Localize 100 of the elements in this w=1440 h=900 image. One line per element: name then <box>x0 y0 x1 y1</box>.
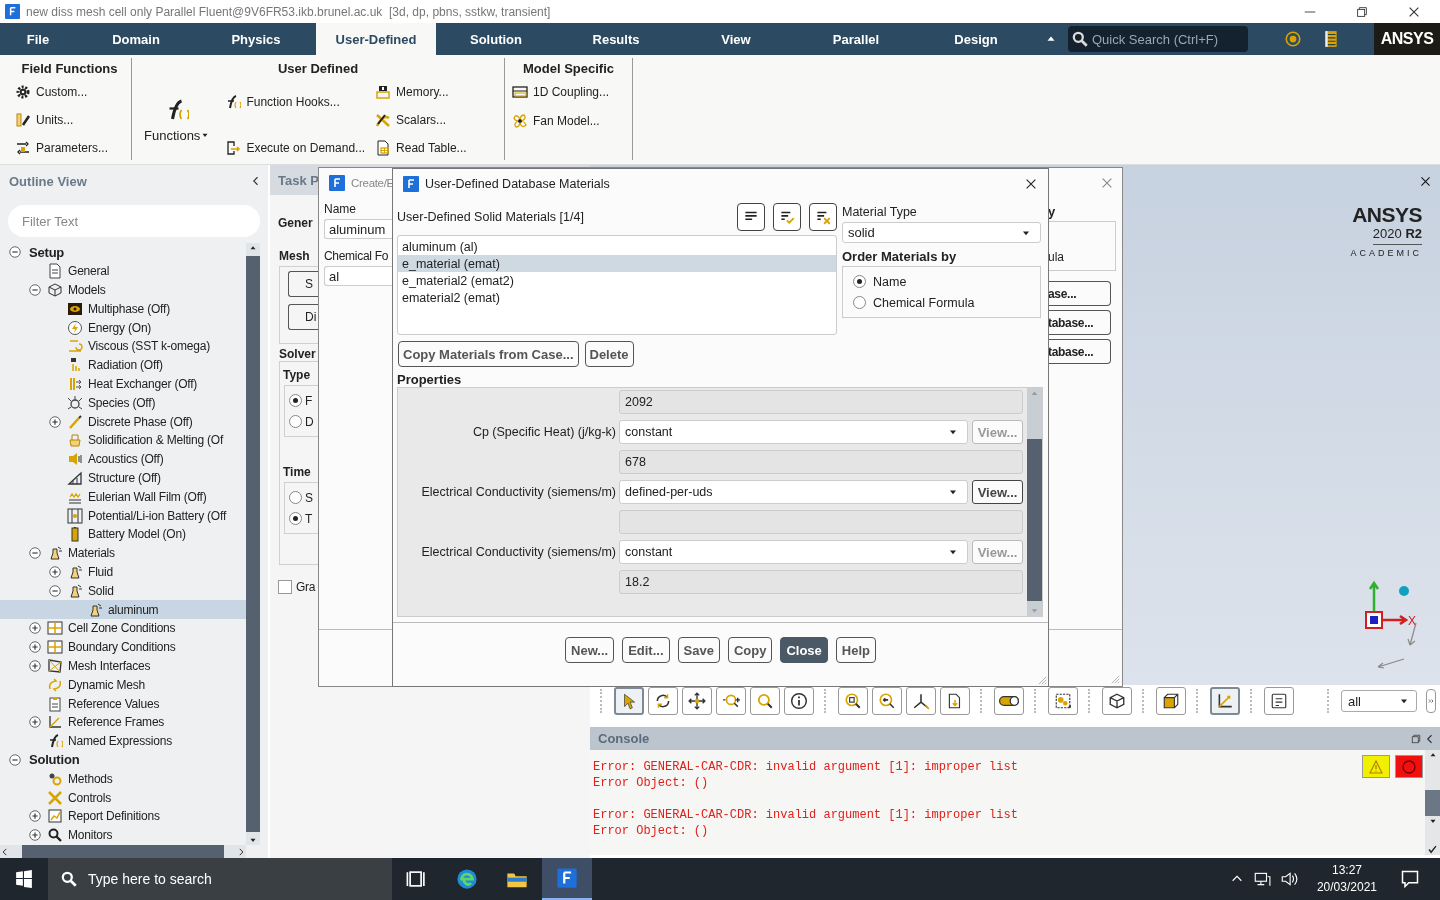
restore-icon[interactable] <box>1355 4 1369 19</box>
expand-icon[interactable] <box>28 809 42 824</box>
expand-icon[interactable] <box>48 564 62 579</box>
tree-item[interactable]: Named Expressions <box>66 731 174 751</box>
collapse-icon[interactable] <box>8 245 22 260</box>
view-dropdown[interactable]: all <box>1341 690 1417 712</box>
radio-button[interactable] <box>853 296 866 309</box>
dialog-button[interactable]: Copy Materials from Case... <box>398 341 579 367</box>
tree-item[interactable]: Solution <box>27 750 82 770</box>
toolbar-button[interactable] <box>784 687 814 715</box>
toolbar-button[interactable] <box>1210 687 1240 715</box>
tree-item[interactable]: Viscous (SST k-omega) <box>86 337 213 356</box>
expand-icon[interactable] <box>28 828 42 843</box>
tree-item[interactable]: Structure (Off) <box>86 468 163 488</box>
scrollbar-thumb[interactable] <box>22 845 224 858</box>
scroll-right-icon[interactable] <box>236 846 246 857</box>
tree-item[interactable]: Acoustics (Off) <box>86 449 166 469</box>
volume-icon[interactable] <box>1279 870 1298 888</box>
tree-item[interactable]: Eulerian Wall Film (Off) <box>86 487 209 507</box>
list-item[interactable]: e_material (emat) <box>398 255 836 272</box>
toolbar-button[interactable] <box>682 687 712 715</box>
tree-item[interactable]: Potential/Li-ion Battery (Off <box>86 506 229 525</box>
network-icon[interactable] <box>1252 870 1271 888</box>
tree-item[interactable]: Species (Off) <box>86 393 158 413</box>
radio-button[interactable] <box>289 415 302 428</box>
ribbon-button[interactable]: Memory... <box>372 82 470 102</box>
radio-button[interactable] <box>289 512 302 525</box>
toolbar-button[interactable] <box>648 687 678 715</box>
value-field[interactable]: 18.2 <box>619 570 1023 594</box>
ribbon-button[interactable]: Custom... <box>12 82 112 102</box>
ribbon-tab[interactable]: Domain <box>76 23 196 55</box>
list-tool-button[interactable] <box>737 203 765 231</box>
radio-button[interactable] <box>289 394 302 407</box>
toolbar-button[interactable] <box>940 687 970 715</box>
dialog-button[interactable]: Help <box>835 637 876 663</box>
ribbon-tab[interactable]: View <box>676 23 796 55</box>
collapse-icon[interactable] <box>28 283 42 297</box>
formula-field[interactable]: al <box>324 266 393 286</box>
expand-icon[interactable] <box>28 640 42 655</box>
tree-item[interactable]: Boundary Conditions <box>66 637 178 657</box>
list-item[interactable]: e_material2 (emat2) <box>398 272 836 289</box>
check-icon[interactable] <box>1427 844 1438 855</box>
materials-list[interactable]: aluminum (al) e_material (emat) e_material2 (emat2) ematerial2 (emat) <box>397 235 837 335</box>
ribbon-button[interactable]: Scalars... <box>372 110 470 130</box>
list-tool-button[interactable] <box>773 203 801 231</box>
collapse-icon[interactable] <box>8 752 22 767</box>
tree-item[interactable]: Solidification & Melting (Of <box>86 430 226 450</box>
tree-item[interactable]: Cell Zone Conditions <box>66 618 178 638</box>
expand-icon[interactable] <box>28 715 42 730</box>
toolbar-button[interactable] <box>994 687 1024 715</box>
filter-field[interactable]: Filter Text <box>8 205 260 237</box>
notification-icon[interactable] <box>1400 869 1420 889</box>
close-icon[interactable] <box>1419 175 1432 188</box>
ribbon-button[interactable]: Functions <box>136 82 219 158</box>
tree-item[interactable]: Multiphase (Off) <box>86 299 172 319</box>
ribbon-tab[interactable]: File <box>0 23 76 55</box>
value-field[interactable] <box>619 510 1023 534</box>
ribbon-tab[interactable]: Results <box>556 23 676 55</box>
ribbon-button[interactable]: Execute on Demand... <box>222 138 369 158</box>
tree-item[interactable]: Heat Exchanger (Off) <box>86 374 200 394</box>
radio-button[interactable] <box>853 275 866 288</box>
tree-item[interactable]: Materials <box>66 543 117 563</box>
ribbon-tab[interactable]: Parallel <box>796 23 916 55</box>
toolbar-button[interactable] <box>1264 687 1294 715</box>
name-field[interactable]: aluminum <box>324 219 393 239</box>
method-dropdown[interactable]: defined-per-uds <box>619 480 968 504</box>
close-icon[interactable] <box>1024 177 1038 191</box>
tree-item[interactable]: Methods <box>66 769 115 789</box>
ribbon-tab[interactable]: Solution <box>436 23 556 55</box>
ribbon-button[interactable]: Function Hooks... <box>222 92 369 112</box>
tree-item[interactable]: Battery Model (On) <box>86 524 188 544</box>
scrollbar-thumb[interactable] <box>1425 790 1440 816</box>
value-field[interactable]: 2092 <box>619 390 1023 414</box>
dialog-button[interactable]: Save <box>677 637 720 663</box>
expand-icon[interactable] <box>28 621 42 636</box>
dialog-button[interactable]: Close <box>780 637 828 663</box>
toolbar-button[interactable] <box>838 687 868 715</box>
tree-item[interactable]: Discrete Phase (Off) <box>86 412 195 431</box>
scrollbar-thumb[interactable] <box>1027 439 1042 601</box>
ribbon-button[interactable]: 1D Coupling... <box>509 82 613 102</box>
radio-button[interactable] <box>289 491 302 504</box>
checkbox[interactable] <box>278 579 292 594</box>
ribbon-tab[interactable]: Physics <box>196 23 316 55</box>
tree-item[interactable]: Dynamic Mesh <box>66 675 147 695</box>
tree-item[interactable]: Reference Values <box>66 694 162 713</box>
toolbar-button[interactable] <box>1048 687 1078 715</box>
toolbar-button[interactable] <box>1156 687 1186 715</box>
tree-item[interactable]: Mesh Interfaces <box>66 656 153 676</box>
dialog-button[interactable]: New... <box>565 637 615 663</box>
tree-item[interactable]: Radiation (Off) <box>86 355 165 375</box>
more-button[interactable] <box>1426 689 1436 713</box>
dialog-button[interactable]: Edit... <box>622 637 670 663</box>
quick-search-field[interactable]: Quick Search (Ctrl+F) <box>1068 26 1248 52</box>
toolbar-button[interactable] <box>906 687 936 715</box>
view-button[interactable]: View... <box>972 480 1023 504</box>
ribbon-tab[interactable]: User-Defined <box>316 23 436 55</box>
value-field[interactable]: 678 <box>619 450 1023 474</box>
ribbon-button[interactable]: Parameters... <box>12 138 112 158</box>
tree-item[interactable]: Fluid <box>86 562 115 582</box>
scroll-left-icon[interactable] <box>0 846 10 857</box>
